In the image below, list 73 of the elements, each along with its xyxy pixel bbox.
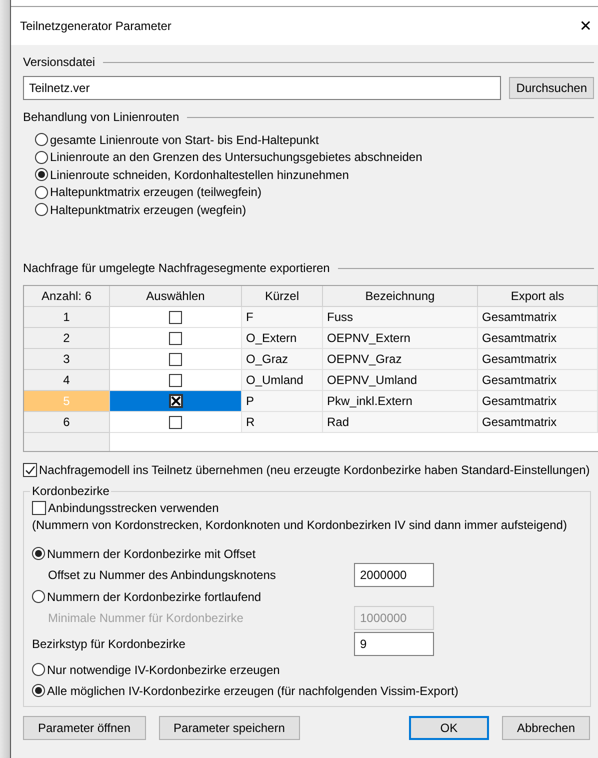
table-cell: Pkw_inkl.Extern xyxy=(323,391,478,412)
column-header[interactable]: Kürzel xyxy=(242,286,323,308)
checkbox-label: Anbindungsstrecken verwenden xyxy=(48,500,219,515)
checkbox[interactable] xyxy=(169,374,182,387)
radio-button[interactable] xyxy=(35,150,48,164)
option-label: Nummern der Kordonbezirke mit Offset xyxy=(47,546,256,561)
table-cell: Gesamtmatrix xyxy=(478,349,598,370)
note-text: (Nummern von Kordonstrecken, Kordonknoten und Kordonbezirken IV sind dann immer aufsteigend) xyxy=(32,518,568,532)
table-cell: Rad xyxy=(323,412,478,434)
field-label: Bezirkstyp für Kordonbezirke xyxy=(32,637,186,652)
checkbox[interactable] xyxy=(169,352,182,366)
option-label: Nur notwendige IV-Kordonbezirke erzeugen xyxy=(47,662,280,677)
zone-type-field[interactable]: 9 xyxy=(354,632,434,656)
radio-button[interactable] xyxy=(35,186,48,199)
row-header[interactable]: 2 xyxy=(24,328,110,350)
radio-button[interactable] xyxy=(35,133,48,146)
dialog-button[interactable]: Abbrechen xyxy=(502,716,590,740)
table-cell: OEPNV_Umland xyxy=(323,370,478,392)
table-cell: Gesamtmatrix xyxy=(478,307,598,328)
checkbox-label: Nachfragemodell ins Teilnetz übernehmen (neu erzeugte Kordonbezirke haben Standard-Einstellungen) xyxy=(39,463,590,478)
checkbox[interactable] xyxy=(169,332,182,345)
table-cell: O_Umland xyxy=(242,370,323,392)
table-cell: P xyxy=(242,391,323,412)
option-label: Linienroute schneiden, Kordonhaltestellen hinzunehmen xyxy=(50,168,349,182)
checkbox[interactable] xyxy=(169,416,182,429)
option-label: Nummern der Kordonbezirke fortlaufend xyxy=(47,590,262,604)
radio-button[interactable] xyxy=(35,203,48,216)
table-cell: O_Extern xyxy=(242,328,323,350)
checkbox[interactable] xyxy=(169,310,182,324)
table-cell: Gesamtmatrix xyxy=(478,412,598,434)
section-heading: Versionsdatei xyxy=(23,55,96,69)
column-header[interactable]: Anzahl: 6 xyxy=(24,286,110,308)
dialog-button[interactable]: OK xyxy=(408,716,489,740)
file-field[interactable]: Teilnetz.ver xyxy=(23,76,502,100)
column-header[interactable]: Bezeichnung xyxy=(323,286,478,308)
table-cell: Gesamtmatrix xyxy=(478,328,598,350)
row-header[interactable]: 1 xyxy=(24,307,110,328)
radio-button[interactable] xyxy=(32,547,45,560)
option-label: gesamte Linienroute von Start- bis End-Haltepunkt xyxy=(50,132,319,146)
table-cell: Fuss xyxy=(323,307,478,328)
radio-button[interactable] xyxy=(35,168,48,182)
row-header[interactable]: 4 xyxy=(24,370,110,392)
table-cell: Gesamtmatrix xyxy=(478,370,598,392)
table-cell: O_Graz xyxy=(242,349,323,370)
checkbox[interactable] xyxy=(168,394,182,408)
option-label: Alle möglichen IV-Kordonbezirke erzeugen (für nachfolgenden Vissim-Export) xyxy=(47,684,458,698)
table-cell: OEPNV_Graz xyxy=(323,349,478,370)
field-label: Minimale Nummer für Kordonbezirke xyxy=(48,611,244,626)
column-header[interactable]: Auswählen xyxy=(110,286,242,308)
window-title: Teilnetzgenerator Parameter xyxy=(20,19,172,33)
radio-button[interactable] xyxy=(32,663,45,676)
group-title: Kordonbezirke xyxy=(31,484,110,498)
section-heading: Nachfrage für umgelegte Nachfragesegmente exportieren xyxy=(23,261,330,276)
option-label: Linienroute an den Grenzen des Untersuchungsgebietes abschneiden xyxy=(50,150,422,164)
row-header[interactable]: 6 xyxy=(24,412,110,434)
table-cell: F xyxy=(242,307,323,328)
dialog-button[interactable]: Parameter speichern xyxy=(158,716,300,740)
close-button[interactable]: ✕ xyxy=(573,17,598,35)
field-label: Offset zu Nummer des Anbindungsknotens xyxy=(48,568,277,582)
checkbox[interactable] xyxy=(32,500,46,515)
browse-button[interactable]: Durchsuchen xyxy=(509,77,594,99)
radio-button[interactable] xyxy=(32,684,45,698)
table-cell: Gesamtmatrix xyxy=(478,391,598,412)
row-header[interactable]: 3 xyxy=(24,349,110,370)
table-cell: R xyxy=(242,412,323,434)
checkbox[interactable] xyxy=(23,463,37,478)
option-label: Haltepunktmatrix erzeugen (teilwegfein) xyxy=(50,185,262,200)
dialog-button[interactable]: Parameter öffnen xyxy=(23,716,146,740)
table-cell: OEPNV_Extern xyxy=(323,328,478,350)
section-heading: Behandlung von Linienrouten xyxy=(23,110,180,124)
number-field[interactable]: 2000000 xyxy=(354,563,434,588)
option-label: Haltepunktmatrix erzeugen (wegfein) xyxy=(50,202,246,217)
column-header[interactable]: Export als xyxy=(478,286,598,308)
